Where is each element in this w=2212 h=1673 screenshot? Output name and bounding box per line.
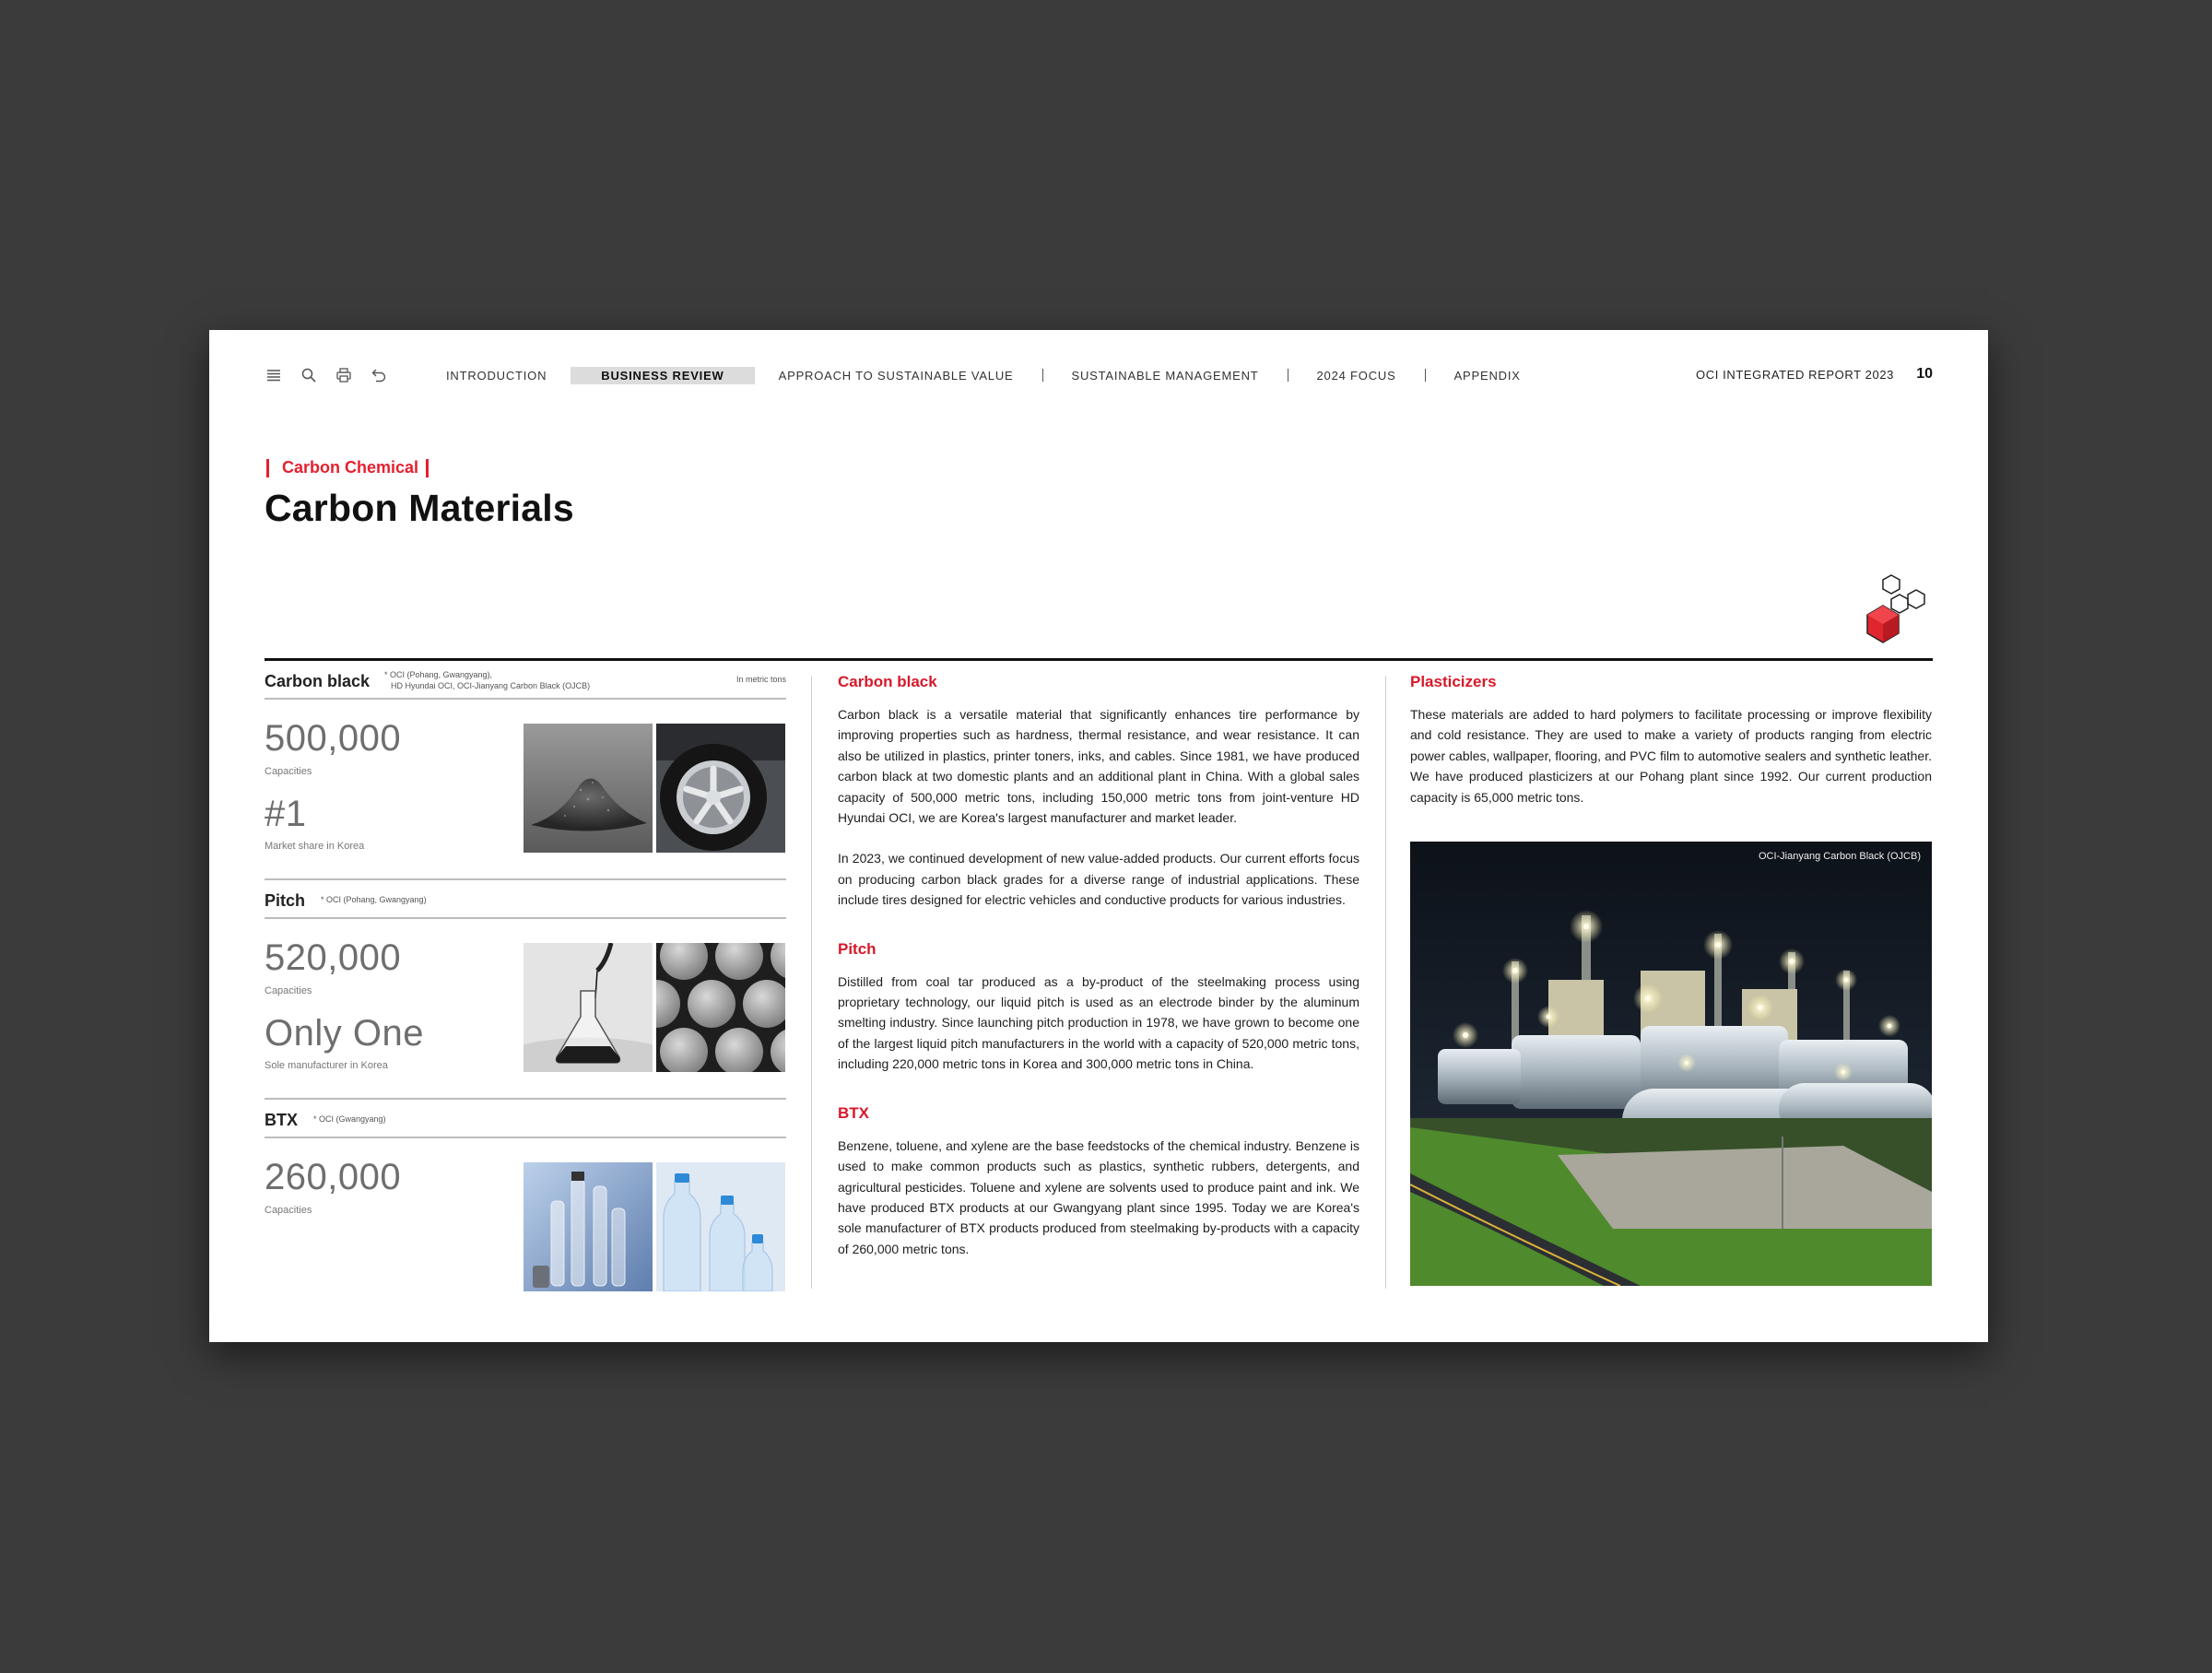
carbon-black-note: * OCI (Pohang, Gwangyang), HD Hyundai OC… bbox=[384, 669, 590, 691]
pitch-capacity-label: Capacities bbox=[265, 985, 312, 996]
pitch-title: Pitch bbox=[265, 891, 306, 910]
menu-icon[interactable] bbox=[265, 366, 283, 384]
pitch-flask-photo bbox=[524, 943, 653, 1072]
unit-label: In metric tons bbox=[735, 675, 786, 684]
btx-capacity-label: Capacities bbox=[265, 1205, 312, 1216]
carbon-black-header: Carbon black * OCI (Pohang, Gwangyang), … bbox=[265, 661, 786, 700]
carbon-black-paragraph-2: In 2023, we continued development of new… bbox=[838, 851, 1359, 908]
page-number: 10 bbox=[1916, 366, 1933, 382]
pitch-cylinders-photo bbox=[656, 943, 785, 1072]
carbon-black-stats: 500,000 Capacities #1 Market share in Ko… bbox=[265, 700, 786, 880]
carbon-black-title: Carbon black bbox=[265, 672, 371, 690]
plasticizers-heading: Plasticizers bbox=[1410, 673, 1497, 690]
btx-bottles-photo bbox=[656, 1162, 785, 1291]
pitch-header: Pitch * OCI (Pohang, Gwangyang) bbox=[265, 880, 786, 919]
right-text-column: Plasticizers These materials are added t… bbox=[1410, 673, 1932, 807]
carbon-black-rank-value: #1 bbox=[265, 794, 307, 834]
nav-approach-to-sustainable-value[interactable]: APPROACH TO SUSTAINABLE VALUE bbox=[779, 369, 1014, 383]
carbon-black-heading: Carbon black bbox=[838, 673, 937, 690]
carbon-black-rank-label: Market share in Korea bbox=[265, 841, 365, 852]
tire-photo bbox=[656, 724, 785, 853]
btx-stats: 260,000 Capacities bbox=[265, 1138, 786, 1319]
btx-paragraph: Benzene, toluene, and xylene are the bas… bbox=[838, 1137, 1359, 1256]
pitch-uniqueness-value: Only One bbox=[265, 1013, 424, 1054]
nav-business-review[interactable]: BUSINESS REVIEW bbox=[571, 366, 755, 384]
eyebrow-label: Carbon Chemical bbox=[282, 458, 419, 477]
nav-appendix[interactable]: APPENDIX bbox=[1454, 369, 1521, 383]
column-divider bbox=[1385, 676, 1386, 1289]
report-page: INTRODUCTION BUSINESS REVIEW APPROACH TO… bbox=[209, 330, 1988, 1342]
carbon-black-note-line2: HD Hyundai OCI, OCI-Jianyang Carbon Blac… bbox=[391, 681, 591, 690]
pitch-stats: 520,000 Capacities Only One Sole manufac… bbox=[265, 919, 786, 1100]
carbon-black-note-line1: * OCI (Pohang, Gwangyang), bbox=[384, 670, 493, 679]
nav-introduction[interactable]: INTRODUCTION bbox=[446, 369, 547, 383]
report-title: OCI INTEGRATED REPORT 2023 bbox=[1696, 368, 1894, 382]
carbon-black-capacity-label: Capacities bbox=[265, 766, 312, 777]
search-icon[interactable] bbox=[300, 366, 318, 384]
print-icon[interactable] bbox=[335, 366, 353, 384]
middle-text-column: Carbon black Carbon black is a versatile… bbox=[838, 673, 1359, 1259]
eyebrow-bar bbox=[266, 458, 269, 477]
btx-note: * OCI (Gwangyang) bbox=[313, 1114, 386, 1124]
column-divider bbox=[811, 676, 812, 1289]
btx-capacity-value: 260,000 bbox=[265, 1157, 402, 1197]
main-nav: INTRODUCTION BUSINESS REVIEW APPROACH TO… bbox=[446, 361, 1521, 389]
btx-heading: BTX bbox=[838, 1103, 869, 1122]
nav-divider bbox=[1424, 369, 1426, 382]
pitch-note: * OCI (Pohang, Gwangyang) bbox=[321, 895, 427, 904]
plasticizers-paragraph: These materials are added to hard polyme… bbox=[1410, 707, 1932, 805]
section-eyebrow: Carbon Chemical bbox=[266, 458, 429, 477]
pitch-paragraph: Distilled from coal tar produced as a by… bbox=[838, 973, 1359, 1072]
capacity-panel: Carbon black * OCI (Pohang, Gwangyang), … bbox=[265, 661, 786, 1319]
top-bar: INTRODUCTION BUSINESS REVIEW APPROACH TO… bbox=[265, 361, 1933, 389]
page-title: Carbon Materials bbox=[265, 487, 574, 529]
eyebrow-bar bbox=[426, 458, 429, 477]
nav-sustainable-management[interactable]: SUSTAINABLE MANAGEMENT bbox=[1072, 369, 1259, 383]
btx-header: BTX * OCI (Gwangyang) bbox=[265, 1100, 786, 1138]
btx-vials-photo bbox=[524, 1162, 653, 1291]
hexagon-logo-icon bbox=[1865, 572, 1932, 646]
pitch-uniqueness-label: Sole manufacturer in Korea bbox=[265, 1060, 388, 1071]
plant-night-photo: OCI-Jianyang Carbon Black (OJCB) bbox=[1410, 842, 1932, 1286]
carbon-black-powder-photo bbox=[524, 724, 653, 853]
back-icon[interactable] bbox=[370, 366, 388, 384]
pitch-capacity-value: 520,000 bbox=[265, 937, 402, 978]
nav-2024-focus[interactable]: 2024 FOCUS bbox=[1317, 369, 1396, 383]
carbon-black-paragraph-1: Carbon black is a versatile material tha… bbox=[838, 707, 1359, 826]
photo-caption: OCI-Jianyang Carbon Black (OJCB) bbox=[1758, 851, 1921, 862]
carbon-black-capacity-value: 500,000 bbox=[265, 718, 402, 759]
nav-divider bbox=[1041, 369, 1043, 382]
btx-title: BTX bbox=[265, 1111, 298, 1129]
toolbar bbox=[265, 361, 405, 389]
pitch-heading: Pitch bbox=[838, 939, 877, 958]
